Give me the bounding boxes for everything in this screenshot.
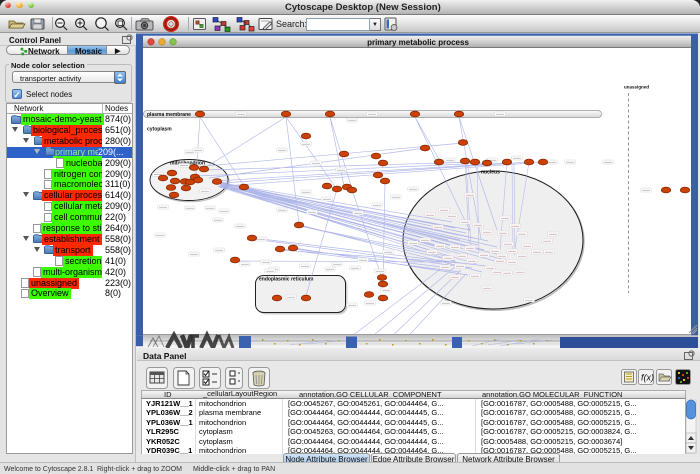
- svg-text:nucleus: nucleus: [481, 170, 500, 176]
- svg-text:primary metabolic process: primary metabolic process: [367, 38, 469, 47]
- svg-text:endoplasmic reticulum: endoplasmic reticulum: [259, 277, 314, 283]
- svg-text:cytoplasm: cytoplasm: [147, 127, 172, 133]
- svg-text:plasma membrane: plasma membrane: [147, 112, 191, 118]
- svg-text:unassigned: unassigned: [624, 85, 649, 90]
- svg-text:f(x): f(x): [641, 373, 654, 383]
